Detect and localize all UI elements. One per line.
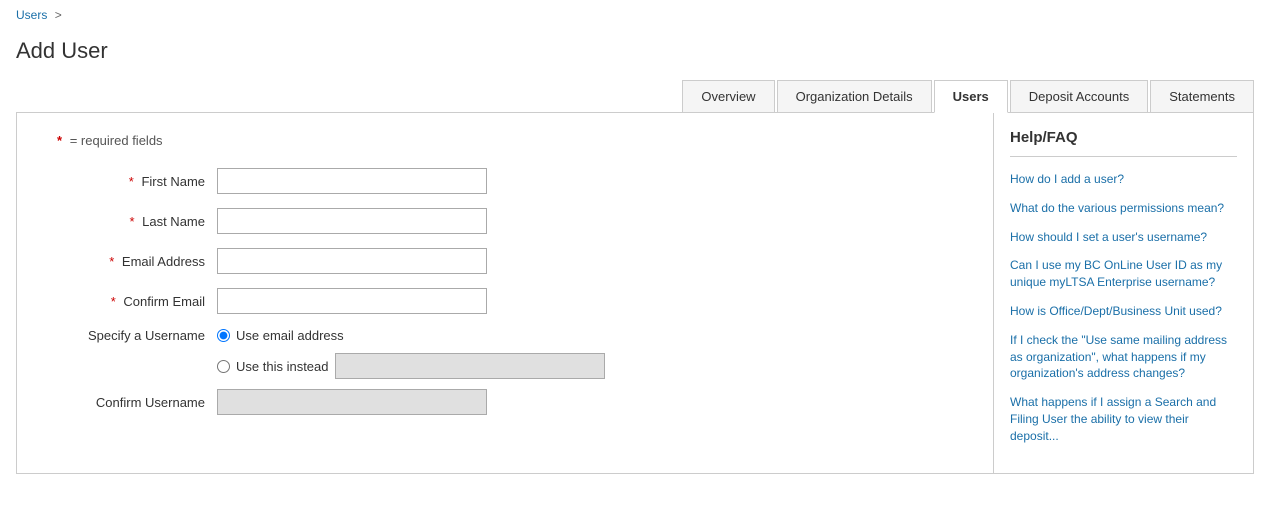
faq-link-5[interactable]: If I check the "Use same mailing address…: [1010, 332, 1237, 382]
faq-link-6[interactable]: What happens if I assign a Search and Fi…: [1010, 394, 1237, 444]
tab-overview[interactable]: Overview: [682, 80, 774, 112]
tab-statements[interactable]: Statements: [1150, 80, 1254, 112]
username-custom-row: Use this instead: [57, 353, 953, 379]
faq-link-0[interactable]: How do I add a user?: [1010, 171, 1237, 188]
confirm-email-row: * Confirm Email: [57, 288, 953, 314]
use-email-option: Use email address: [217, 328, 344, 343]
last-name-row: * Last Name: [57, 208, 953, 234]
sidebar: Help/FAQ How do I add a user? What do th…: [993, 113, 1253, 473]
sidebar-title: Help/FAQ: [1010, 129, 1237, 157]
tab-users[interactable]: Users: [934, 80, 1008, 113]
email-address-input[interactable]: [217, 248, 487, 274]
confirm-username-row: Confirm Username: [57, 389, 953, 415]
use-custom-option: Use this instead: [217, 353, 605, 379]
last-name-asterisk: *: [129, 214, 134, 229]
confirm-email-label: * Confirm Email: [57, 294, 217, 309]
confirm-username-input[interactable]: [217, 389, 487, 415]
faq-link-4[interactable]: How is Office/Dept/Business Unit used?: [1010, 303, 1237, 320]
email-asterisk: *: [109, 254, 114, 269]
confirm-username-label: Confirm Username: [57, 395, 217, 410]
breadcrumb: Users >: [0, 0, 1270, 30]
email-address-label: * Email Address: [57, 254, 217, 269]
required-note: * = required fields: [57, 133, 953, 148]
use-email-label: Use email address: [236, 328, 344, 343]
required-asterisk: *: [57, 133, 62, 148]
main-content: * = required fields * First Name * Last …: [16, 113, 1254, 474]
required-note-text: = required fields: [70, 133, 163, 148]
tab-bar: Overview Organization Details Users Depo…: [16, 80, 1254, 113]
page-title: Add User: [0, 30, 1270, 80]
username-email-row: Specify a Username Use email address: [57, 328, 953, 343]
first-name-label: * First Name: [57, 174, 217, 189]
first-name-input[interactable]: [217, 168, 487, 194]
faq-link-1[interactable]: What do the various permissions mean?: [1010, 200, 1237, 217]
last-name-input[interactable]: [217, 208, 487, 234]
tab-deposit-accounts[interactable]: Deposit Accounts: [1010, 80, 1148, 112]
use-custom-label: Use this instead: [236, 359, 329, 374]
username-section: Specify a Username Use email address Use…: [57, 328, 953, 415]
confirm-email-asterisk: *: [111, 294, 116, 309]
use-custom-radio[interactable]: [217, 360, 230, 373]
form-area: * = required fields * First Name * Last …: [17, 113, 993, 473]
last-name-label: * Last Name: [57, 214, 217, 229]
confirm-email-input[interactable]: [217, 288, 487, 314]
first-name-row: * First Name: [57, 168, 953, 194]
breadcrumb-separator: >: [55, 8, 62, 22]
breadcrumb-users-link[interactable]: Users: [16, 8, 47, 22]
email-address-row: * Email Address: [57, 248, 953, 274]
custom-username-input[interactable]: [335, 353, 605, 379]
username-section-label: Specify a Username: [57, 328, 217, 343]
faq-link-3[interactable]: Can I use my BC OnLine User ID as my uni…: [1010, 257, 1237, 291]
first-name-asterisk: *: [129, 174, 134, 189]
tab-org-details[interactable]: Organization Details: [777, 80, 932, 112]
use-email-radio[interactable]: [217, 329, 230, 342]
faq-link-2[interactable]: How should I set a user's username?: [1010, 229, 1237, 246]
